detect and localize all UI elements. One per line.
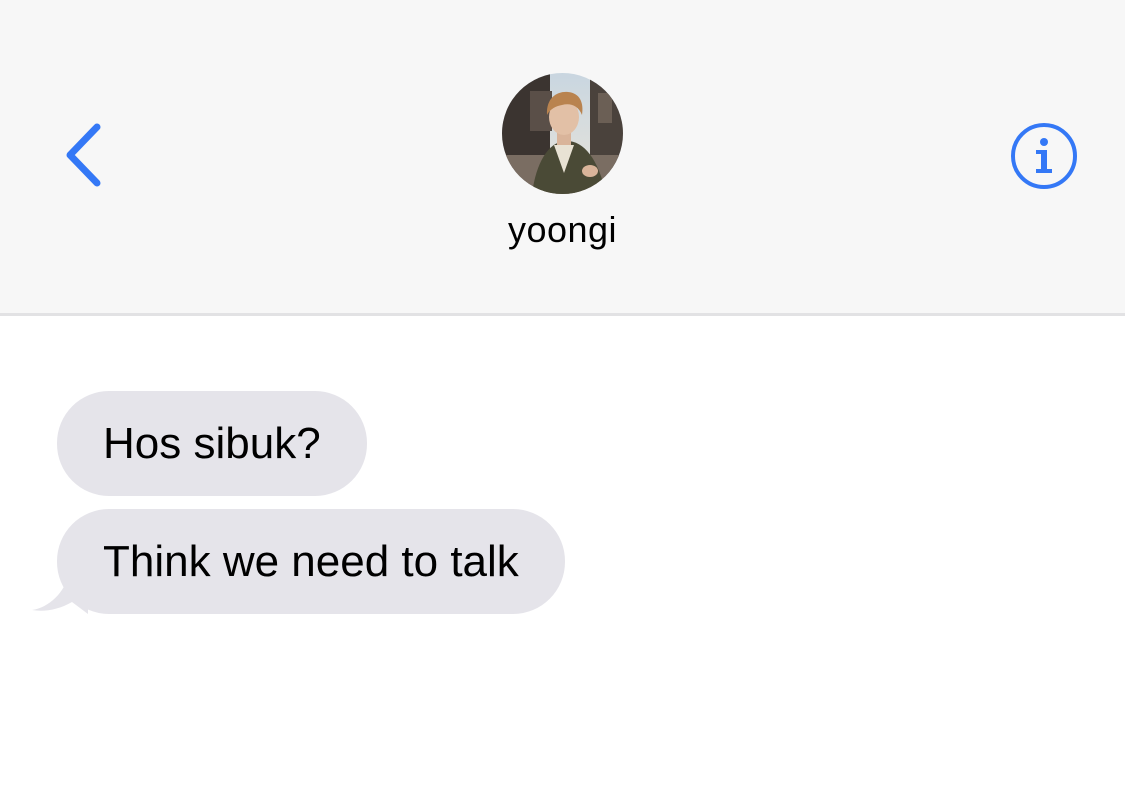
info-button[interactable]: [1006, 118, 1082, 194]
incoming-message-bubble[interactable]: Think we need to talk: [57, 509, 565, 614]
messages-app: yoongi Hos sibuk? Think we need to talk: [0, 0, 1125, 800]
message-list: Hos sibuk? Think we need to talk: [0, 316, 1125, 800]
back-button[interactable]: [48, 112, 118, 198]
conversation-header: yoongi: [0, 0, 1125, 316]
info-icon: [1011, 123, 1077, 189]
contact-photo: [502, 73, 623, 194]
incoming-message-bubble[interactable]: Hos sibuk?: [57, 391, 367, 496]
chevron-left-icon: [66, 123, 101, 187]
avatar[interactable]: [502, 73, 623, 194]
contact-name[interactable]: yoongi: [0, 209, 1125, 251]
